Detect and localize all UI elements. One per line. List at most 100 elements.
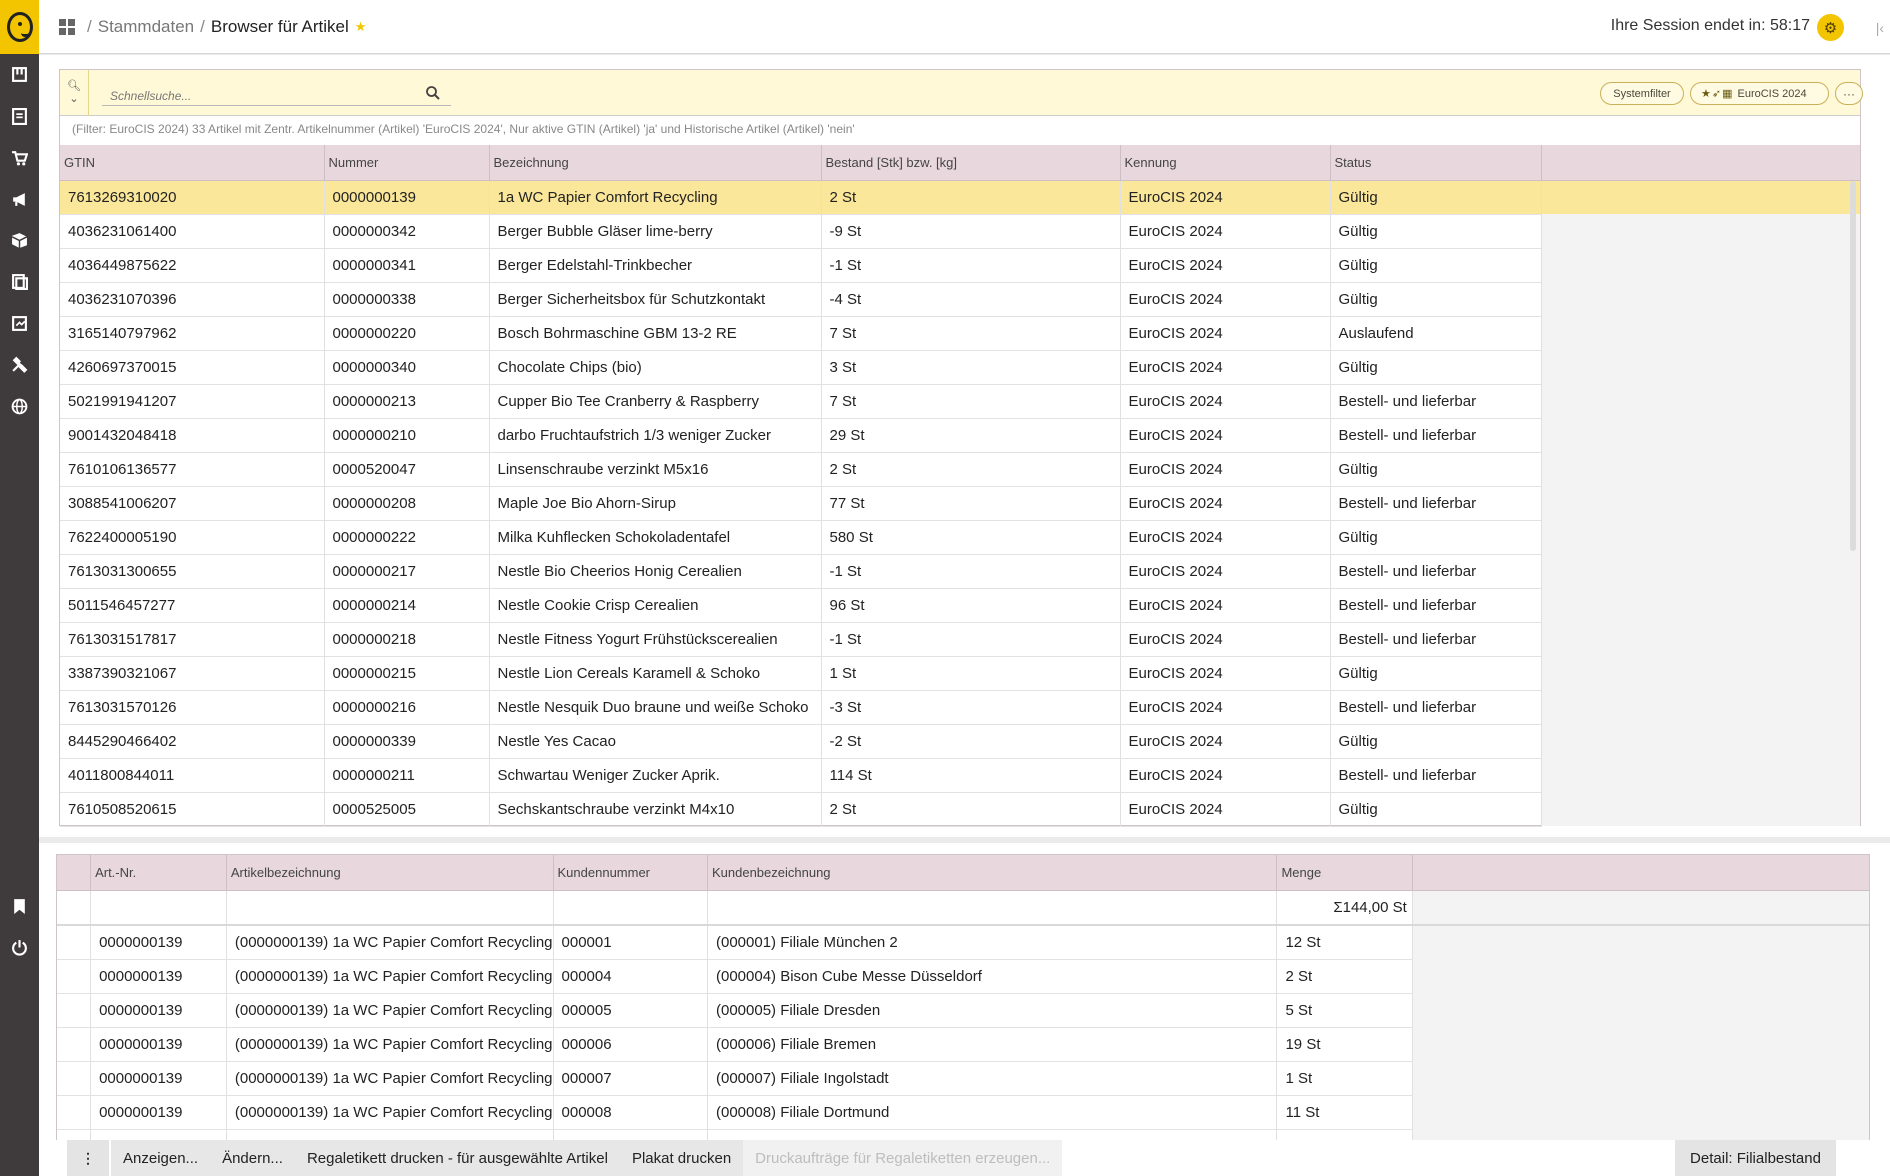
article-row[interactable]: 3088541006207 0000000208 Maple Joe Bio Aho… [60, 486, 1860, 521]
book-icon[interactable] [9, 271, 30, 292]
article-row[interactable]: 3165140797962 0000000220 Bosch Bohrmaschin… [60, 316, 1860, 351]
cart-icon[interactable] [9, 148, 30, 169]
column-header-select[interactable] [57, 855, 92, 891]
more-actions-button[interactable]: ⋮ [67, 1140, 109, 1176]
article-table-scrollbar[interactable] [1850, 181, 1856, 551]
more-filters-button[interactable]: ··· [1835, 82, 1863, 105]
branch-stock-row[interactable]: 0000000139 (0000000139) 1a WC Papier Comf… [57, 1095, 1869, 1130]
branch-stock-row[interactable]: 0000000139 (0000000139) 1a WC Papier Comf… [57, 1027, 1869, 1062]
cell-kunde: (000001) Filiale München 2 [707, 925, 1278, 960]
collapse-edge-icon[interactable]: |‹ [1876, 20, 1884, 36]
article-row[interactable]: 7613031570126 0000000216 Nestle Nesquik Du… [60, 690, 1860, 725]
cell-nummer: 0000000222 [324, 520, 490, 555]
cell-bestand: 2 St [821, 180, 1121, 215]
tools-icon[interactable] [9, 354, 30, 375]
column-header-kennung[interactable]: Kennung [1120, 145, 1331, 181]
main-content: 🔍︎ ⌄ Systemfilter ★➶▦ EuroCIS 2024 ··· (… [39, 55, 1890, 1176]
cell-select[interactable] [57, 925, 92, 960]
detail-filialbestand-button[interactable]: Detail: Filialbestand [1675, 1140, 1836, 1176]
branch-stock-table: Art.-Nr. Artikelbezeichnung Kundennummer… [57, 855, 1869, 1140]
cell-select[interactable] [57, 1095, 92, 1130]
article-row[interactable]: 7610508520615 0000525005 Sechskantschraube… [60, 792, 1860, 827]
column-header-status[interactable]: Status [1330, 145, 1542, 181]
article-row[interactable]: 7622400005190 0000000222 Milka Kuhflecken … [60, 520, 1860, 555]
action-button[interactable]: Anzeigen... [111, 1140, 211, 1176]
branch-stock-row[interactable]: 0000000139 (0000000139) 1a WC Papier Comf… [57, 993, 1869, 1028]
article-row[interactable]: 4011800844011 0000000211 Schwartau Weniger… [60, 758, 1860, 793]
article-row[interactable]: 7613269310020 0000000139 1a WC Papier Comf… [60, 180, 1860, 215]
article-row[interactable]: 5021991941207 0000000213 Cupper Bio Tee Cr… [60, 384, 1860, 419]
favorite-star-icon[interactable]: ★ [355, 19, 367, 35]
search-bar: 🔍︎ ⌄ Systemfilter ★➶▦ EuroCIS 2024 ··· [60, 70, 1863, 116]
column-header-bestand[interactable]: Bestand [Stk] bzw. [kg] [821, 145, 1121, 181]
branch-stock-row[interactable]: 0000000139 (0000000139) 1a WC Papier Comf… [57, 959, 1869, 994]
article-row[interactable]: 7613031517817 0000000218 Nestle Fitness Yo… [60, 622, 1860, 657]
column-header-menge[interactable]: Menge [1276, 855, 1413, 891]
cell-kennung: EuroCIS 2024 [1120, 520, 1331, 555]
cell-select[interactable] [57, 959, 92, 994]
cell-nummer: 0000525005 [324, 792, 490, 827]
cell-artnr: 0000000139 [90, 1061, 227, 1096]
cell-status: Gültig [1330, 180, 1542, 215]
systemfilter-chip[interactable]: Systemfilter [1600, 82, 1684, 105]
cell-select[interactable] [57, 1061, 92, 1096]
cell-select[interactable] [57, 993, 92, 1028]
column-header-nummer[interactable]: Nummer [324, 145, 490, 181]
branch-stock-row[interactable]: 0000000139 (0000000139) 1a WC Papier Comf… [57, 925, 1869, 960]
globe-icon[interactable] [9, 396, 30, 417]
megaphone-icon[interactable] [9, 189, 30, 210]
cell-kennung: EuroCIS 2024 [1120, 350, 1331, 385]
article-row[interactable]: 4260697370015 0000000340 Chocolate Chips (… [60, 350, 1860, 385]
quick-search [102, 82, 451, 106]
package-icon[interactable] [9, 230, 30, 251]
power-icon[interactable] [9, 937, 30, 958]
app-logo[interactable] [0, 0, 39, 54]
cell-bezeichnung: Nestle Bio Cheerios Honig Cerealien [489, 554, 822, 589]
cell-artikel: (0000000139) 1a WC Papier Comfort Recycl… [226, 1061, 554, 1096]
cell-gtin: 9001432048418 [60, 418, 325, 453]
column-header-kundenbezeichnung[interactable]: Kundenbezeichnung [707, 855, 1278, 891]
search-toggle-button[interactable]: 🔍︎ ⌄ [60, 70, 89, 116]
shelf-icon[interactable] [9, 64, 30, 85]
article-row[interactable]: 7613031300655 0000000217 Nestle Bio Cheeri… [60, 554, 1860, 589]
action-button[interactable]: Plakat drucken [619, 1140, 744, 1176]
article-row[interactable]: 9001432048418 0000000210 darbo Fruchtaufst… [60, 418, 1860, 453]
branch-stock-row[interactable]: 0000000139 (0000000139) 1a WC Papier Comf… [57, 1061, 1869, 1096]
cell-bestand: 580 St [821, 520, 1121, 555]
column-header-artnr[interactable]: Art.-Nr. [90, 855, 227, 891]
cell-bestand: 3 St [821, 350, 1121, 385]
search-input[interactable] [102, 82, 412, 104]
report-icon[interactable] [9, 313, 30, 334]
document-list-icon[interactable] [9, 106, 30, 127]
article-row[interactable]: 4036231070396 0000000338 Berger Sicherheit… [60, 282, 1860, 317]
column-header-bezeichnung[interactable]: Bezeichnung [489, 145, 822, 181]
panel-splitter[interactable] [39, 837, 1890, 843]
cell-gtin: 4011800844011 [60, 758, 325, 793]
action-button[interactable]: Ändern... [210, 1140, 295, 1176]
action-button[interactable]: Regaletikett drucken - für ausgewählte A… [294, 1140, 620, 1176]
cell-kennung: EuroCIS 2024 [1120, 792, 1331, 827]
dashboard-grid-icon[interactable] [59, 19, 75, 35]
column-header-gtin[interactable]: GTIN [60, 145, 325, 181]
settings-gear-icon[interactable]: ⚙ [1817, 14, 1844, 41]
article-row[interactable]: 7610106136577 0000520047 Linsenschraube ve… [60, 452, 1860, 487]
column-header-artikelbezeichnung[interactable]: Artikelbezeichnung [226, 855, 554, 891]
article-row[interactable]: 5011546457277 0000000214 Nestle Cookie Cri… [60, 588, 1860, 623]
search-small-icon: 🔍︎ [67, 80, 81, 92]
row-filler [1541, 418, 1860, 452]
cell-menge: 11 St [1276, 1095, 1413, 1130]
cell-kennung: EuroCIS 2024 [1120, 384, 1331, 419]
article-row[interactable]: 4036231061400 0000000342 Berger Bubble Glä… [60, 214, 1860, 249]
article-row[interactable]: 4036449875622 0000000341 Berger Edelstahl-… [60, 248, 1860, 283]
cell-kennung: EuroCIS 2024 [1120, 248, 1331, 283]
breadcrumb-section[interactable]: Stammdaten [98, 17, 194, 37]
saved-filter-chip[interactable]: ★➶▦ EuroCIS 2024 [1690, 82, 1829, 105]
article-row[interactable]: 8445290466402 0000000339 Nestle Yes Cacao -… [60, 724, 1860, 759]
bookmark-icon[interactable] [9, 896, 30, 917]
search-icon[interactable] [425, 85, 441, 101]
cell-bestand: 96 St [821, 588, 1121, 623]
column-header-kundennummer[interactable]: Kundennummer [553, 855, 708, 891]
article-row[interactable]: 3387390321067 0000000215 Nestle Lion Cerea… [60, 656, 1860, 691]
row-filler [1541, 350, 1860, 384]
cell-select[interactable] [57, 1027, 92, 1062]
